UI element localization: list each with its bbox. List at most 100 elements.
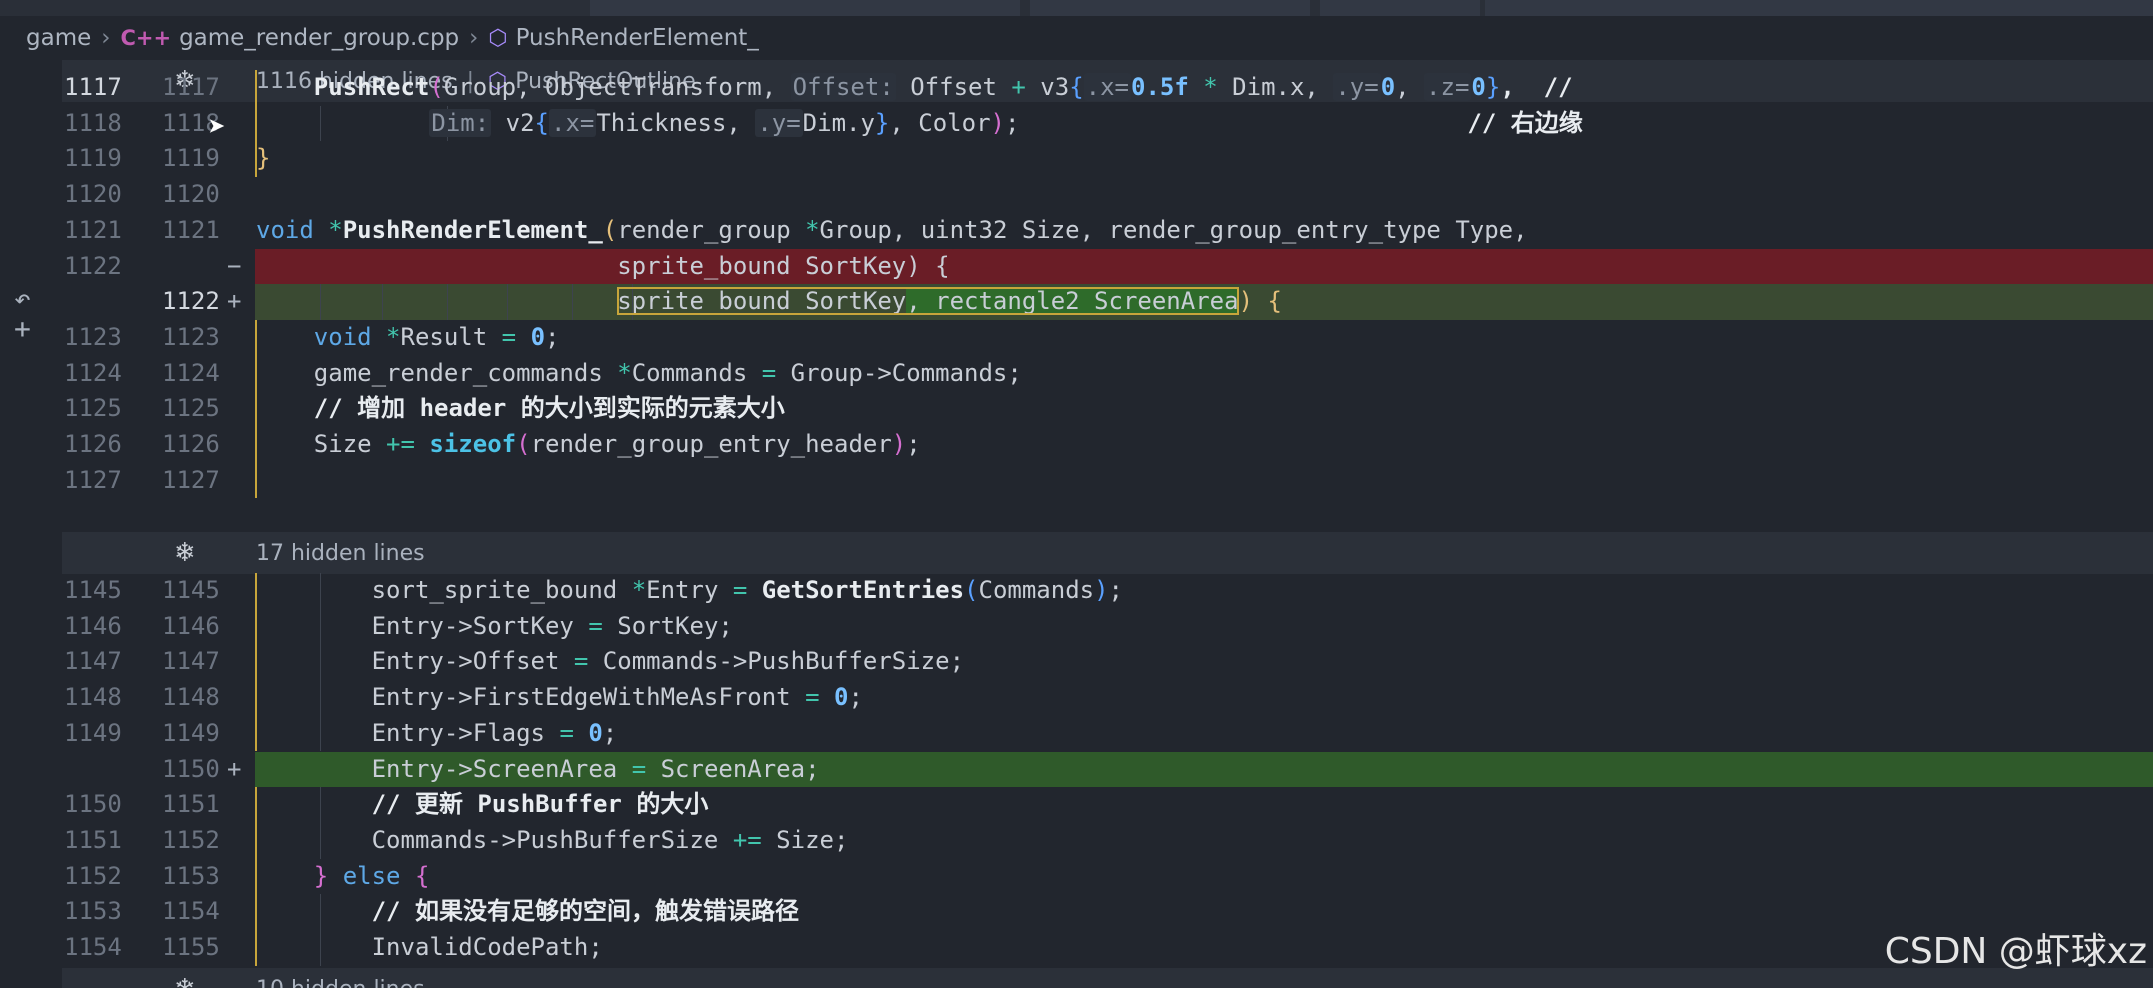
watermark: CSDN @虾球xz	[1884, 931, 2147, 972]
line-number-old: 1120	[64, 180, 122, 209]
code-line[interactable]: 1151 1152 Commands->PushBufferSize += Si…	[62, 822, 2153, 859]
line-number-old: 1154	[64, 933, 122, 961]
line-number-old: 1149	[64, 718, 122, 747]
code-text: sprite_bound SortKey, rectangle2 ScreenA…	[617, 287, 1282, 316]
code-line[interactable]: 1149 1149 Entry->Flags = 0;	[62, 715, 2153, 752]
code-line[interactable]: 1147 1147 Entry->Offset = Commands->Push…	[62, 644, 2153, 681]
tab-strip	[0, 0, 2153, 16]
line-number-old: 1122	[64, 251, 122, 280]
line-number-new: 1119	[162, 144, 220, 173]
code-line[interactable]: 1152 1153 } else {	[62, 858, 2153, 895]
tab[interactable]	[590, 0, 1020, 16]
line-number-old: 1127	[64, 465, 122, 494]
hidden-lines-fold[interactable]: ❄ 10 hidden lines	[62, 968, 2153, 988]
code-line[interactable]: 1150 1151 // 更新 PushBuffer 的大小	[62, 787, 2153, 823]
code-text: Dim: v2{.x=Thickness, .y=Dim.y}, Color);…	[429, 108, 1583, 137]
code-line[interactable]: 1121 1121 void *PushRenderElement_(rende…	[62, 213, 2153, 249]
cpp-file-icon: C++	[120, 26, 172, 50]
code-text: Size += sizeof(render_group_entry_header…	[313, 430, 921, 458]
line-number-old: 1124	[64, 358, 122, 387]
code-text: Entry->SortKey = SortKey;	[371, 611, 733, 640]
line-number-new: 1117	[162, 73, 220, 101]
added-marker: +	[227, 754, 242, 783]
chevron-right-icon: ›	[101, 25, 111, 51]
mouse-pointer-icon: ➤	[208, 110, 227, 145]
line-number-old: 1148	[64, 683, 122, 712]
code-text: Entry->Offset = Commands->PushBufferSize…	[371, 647, 965, 676]
line-number-new: 1125	[162, 394, 220, 423]
chevron-right-icon: ›	[469, 25, 479, 51]
line-number-new: 1120	[162, 180, 220, 209]
editor-gutter: ↶ +	[0, 60, 62, 988]
code-text: // 增加 header 的大小到实际的元素大小	[313, 394, 785, 423]
code-line[interactable]: 1153 1154 // 如果没有足够的空间，触发错误路径	[62, 894, 2153, 930]
tab[interactable]	[1485, 0, 2153, 16]
unfold-icon[interactable]: ❄	[174, 538, 196, 568]
line-number-old: 1151	[64, 825, 122, 854]
code-line[interactable]: 1118 1118 Dim: v2{.x=Thickness, .y=Dim.y…	[62, 105, 2153, 142]
code-text: sort_sprite_bound *Entry = GetSortEntrie…	[371, 576, 1123, 604]
code-text: Entry->FirstEdgeWithMeAsFront = 0;	[371, 683, 863, 712]
code-line[interactable]: 1148 1148 Entry->FirstEdgeWithMeAsFront …	[62, 680, 2153, 716]
line-number-new: 1127	[162, 465, 220, 494]
code-line[interactable]: 1146 1146 Entry->SortKey = SortKey;	[62, 608, 2153, 645]
line-number-new: 1145	[162, 576, 220, 604]
removed-line[interactable]: 1122 − sprite_bound SortKey) {	[62, 248, 2153, 285]
line-number-new: 1147	[162, 647, 220, 676]
hidden-lines-label: 10 hidden lines	[256, 977, 425, 988]
line-number-new: 1154	[162, 897, 220, 926]
line-number-old: 1147	[64, 647, 122, 676]
line-number-new: 1149	[162, 718, 220, 747]
breadcrumb: game › C++ game_render_group.cpp › ⬡ Pus…	[0, 16, 2153, 60]
line-number-old: 1119	[64, 144, 122, 173]
line-number-new: 1152	[162, 825, 220, 854]
code-line[interactable]: 1127 1127	[62, 462, 2153, 499]
code-line[interactable]: 1125 1125 // 增加 header 的大小到实际的元素大小	[62, 391, 2153, 427]
line-number-new: 1146	[162, 611, 220, 640]
line-number-new: 1118	[162, 108, 220, 137]
line-number-old: 1145	[64, 576, 122, 604]
breadcrumb-file[interactable]: game_render_group.cpp	[179, 25, 459, 51]
added-line[interactable]: 1122 + sprite_bound SortKey, rectangle2 …	[62, 284, 2153, 320]
stage-change-icon[interactable]: +	[14, 312, 31, 345]
code-text: } else {	[313, 861, 430, 890]
code-line[interactable]: 1154 1155 InvalidCodePath;	[62, 930, 2153, 966]
code-text: sprite_bound SortKey) {	[617, 251, 950, 280]
diff-editor[interactable]: ❄ 1116 hidden lines | ⬡ PushRectOutline 111…	[62, 60, 2153, 988]
breadcrumb-root[interactable]: game	[26, 25, 91, 51]
code-line[interactable]: 1126 1126 Size += sizeof(render_group_en…	[62, 427, 2153, 463]
hidden-lines-label: 17 hidden lines	[256, 540, 425, 566]
line-number-old: 1123	[64, 322, 122, 351]
line-number-old: 1117	[64, 73, 122, 101]
tab[interactable]	[1320, 0, 1480, 16]
code-text: void *PushRenderElement_(render_group *G…	[256, 215, 1528, 244]
line-number-new: 1124	[162, 358, 220, 387]
code-text: Entry->Flags = 0;	[371, 718, 618, 747]
code-line[interactable]: 1124 1124 game_render_commands *Commands…	[62, 355, 2153, 392]
added-marker: +	[227, 287, 242, 316]
revert-change-icon[interactable]: ↶	[14, 282, 31, 315]
hidden-lines-fold[interactable]: ❄ 17 hidden lines	[62, 532, 2153, 574]
added-line[interactable]: 1150 + Entry->ScreenArea = ScreenArea;	[62, 751, 2153, 788]
line-number-old: 1146	[64, 611, 122, 640]
code-text: }	[256, 144, 271, 173]
symbol-method-icon: ⬡	[488, 25, 508, 51]
unfold-icon[interactable]: ❄	[174, 974, 196, 988]
line-number-old: 1150	[64, 790, 122, 819]
code-line[interactable]: 1145 1145 sort_sprite_bound *Entry = Get…	[62, 573, 2153, 609]
line-number-old: 1152	[64, 861, 122, 890]
line-number-new: 1121	[162, 215, 220, 244]
line-number-old: 1153	[64, 897, 122, 926]
line-number-old: 1125	[64, 394, 122, 423]
removed-marker: −	[227, 251, 242, 280]
line-number-new: 1148	[162, 683, 220, 712]
breadcrumb-symbol[interactable]: PushRenderElement_	[516, 25, 759, 51]
line-number-new: 1153	[162, 861, 220, 890]
code-line[interactable]: 1117 1117 PushRect(Group, ObjectTransfor…	[62, 70, 2153, 106]
code-line[interactable]: 1120 1120	[62, 177, 2153, 213]
line-number-old: 1121	[64, 215, 122, 244]
code-line[interactable]: 1123 1123 void *Result = 0;	[62, 319, 2153, 356]
code-line[interactable]: 1119 1119 }	[62, 141, 2153, 178]
code-text: InvalidCodePath;	[371, 933, 603, 961]
tab[interactable]	[1030, 0, 1310, 16]
